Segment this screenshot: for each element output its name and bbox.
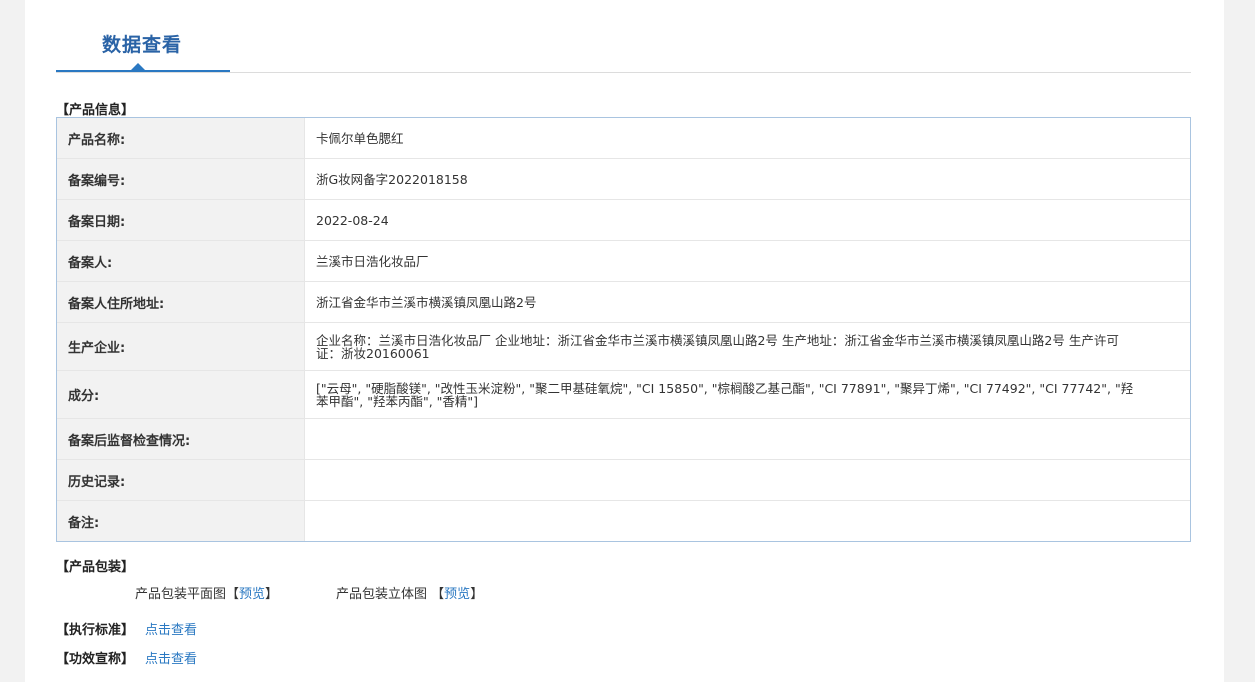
packaging-flat: 产品包装平面图【预览】	[135, 583, 278, 602]
info-key: 生产企业:	[57, 323, 305, 370]
tab-data-view[interactable]: 数据查看	[56, 0, 230, 72]
info-value: 浙江省金华市兰溪市横溪镇凤凰山路2号	[316, 294, 537, 310]
info-key: 备案人:	[57, 241, 305, 281]
tab-bar: 数据查看	[56, 0, 1191, 73]
info-value	[305, 460, 1190, 500]
info-key: 备注:	[57, 501, 305, 541]
info-value: 2022-08-24	[316, 212, 389, 228]
info-value: 企业名称：兰溪市日浩化妆品厂 企业地址：浙江省金华市兰溪市横溪镇凤凰山路2号 生…	[316, 332, 1119, 361]
tab-caret-icon	[131, 63, 145, 70]
info-value	[305, 501, 1190, 541]
info-key: 备案后监督检查情况:	[57, 419, 305, 459]
info-value: 兰溪市日浩化妆品厂	[316, 253, 429, 269]
packaging-flat-label: 产品包装平面图	[135, 587, 227, 602]
bracket-open: 【	[226, 587, 240, 602]
product-info-table: 产品名称: 卡佩尔单色腮红 备案编号: 浙G妆网备字2022018158 备案日…	[56, 117, 1191, 542]
section-product-packaging: 【产品包装】	[56, 560, 135, 575]
tab-title: 数据查看	[102, 34, 183, 56]
info-key: 备案编号:	[57, 159, 305, 199]
info-key: 产品名称:	[57, 118, 305, 158]
info-row-manufacturer: 生产企业: 企业名称：兰溪市日浩化妆品厂 企业地址：浙江省金华市兰溪市横溪镇凤凰…	[57, 323, 1190, 371]
info-value: 浙G妆网备字2022018158	[316, 171, 468, 187]
content-panel: 数据查看 【产品信息】 产品名称: 卡佩尔单色腮红 备案编号: 浙G妆网备字20…	[25, 0, 1224, 682]
info-row-registrant: 备案人: 兰溪市日浩化妆品厂	[57, 241, 1190, 282]
info-value: 卡佩尔单色腮红	[316, 130, 404, 146]
info-row-ingredients: 成分: ["云母", "硬脂酸镁", "改性玉米淀粉", "聚二甲基硅氧烷", …	[57, 371, 1190, 419]
info-value	[305, 419, 1190, 459]
info-row-history: 历史记录:	[57, 460, 1190, 501]
info-key: 历史记录:	[57, 460, 305, 500]
section-product-info: 【产品信息】	[56, 103, 135, 118]
info-row-registrant-address: 备案人住所地址: 浙江省金华市兰溪市横溪镇凤凰山路2号	[57, 282, 1190, 323]
packaging-stereo: 产品包装立体图 【预览】	[336, 583, 483, 602]
info-key: 备案日期:	[57, 200, 305, 240]
standard-view-link[interactable]: 点击查看	[145, 619, 197, 638]
bracket-close: 】	[470, 587, 484, 602]
info-value: ["云母", "硬脂酸镁", "改性玉米淀粉", "聚二甲基硅氧烷", "CI …	[316, 380, 1134, 409]
info-key: 备案人住所地址:	[57, 282, 305, 322]
info-row-record-number: 备案编号: 浙G妆网备字2022018158	[57, 159, 1190, 200]
bracket-open: 【	[431, 587, 445, 602]
info-row-inspection: 备案后监督检查情况:	[57, 419, 1190, 460]
section-standard: 【执行标准】	[56, 623, 135, 638]
info-row-record-date: 备案日期: 2022-08-24	[57, 200, 1190, 241]
packaging-stereo-label: 产品包装立体图	[336, 587, 428, 602]
efficacy-view-link[interactable]: 点击查看	[145, 648, 197, 667]
info-row-name: 产品名称: 卡佩尔单色腮红	[57, 118, 1190, 159]
section-efficacy: 【功效宣称】	[56, 652, 135, 667]
info-key: 成分:	[57, 371, 305, 418]
info-row-remarks: 备注:	[57, 501, 1190, 541]
bracket-close: 】	[265, 587, 279, 602]
preview-flat-link[interactable]: 预览	[239, 587, 265, 602]
preview-stereo-link[interactable]: 预览	[444, 587, 470, 602]
